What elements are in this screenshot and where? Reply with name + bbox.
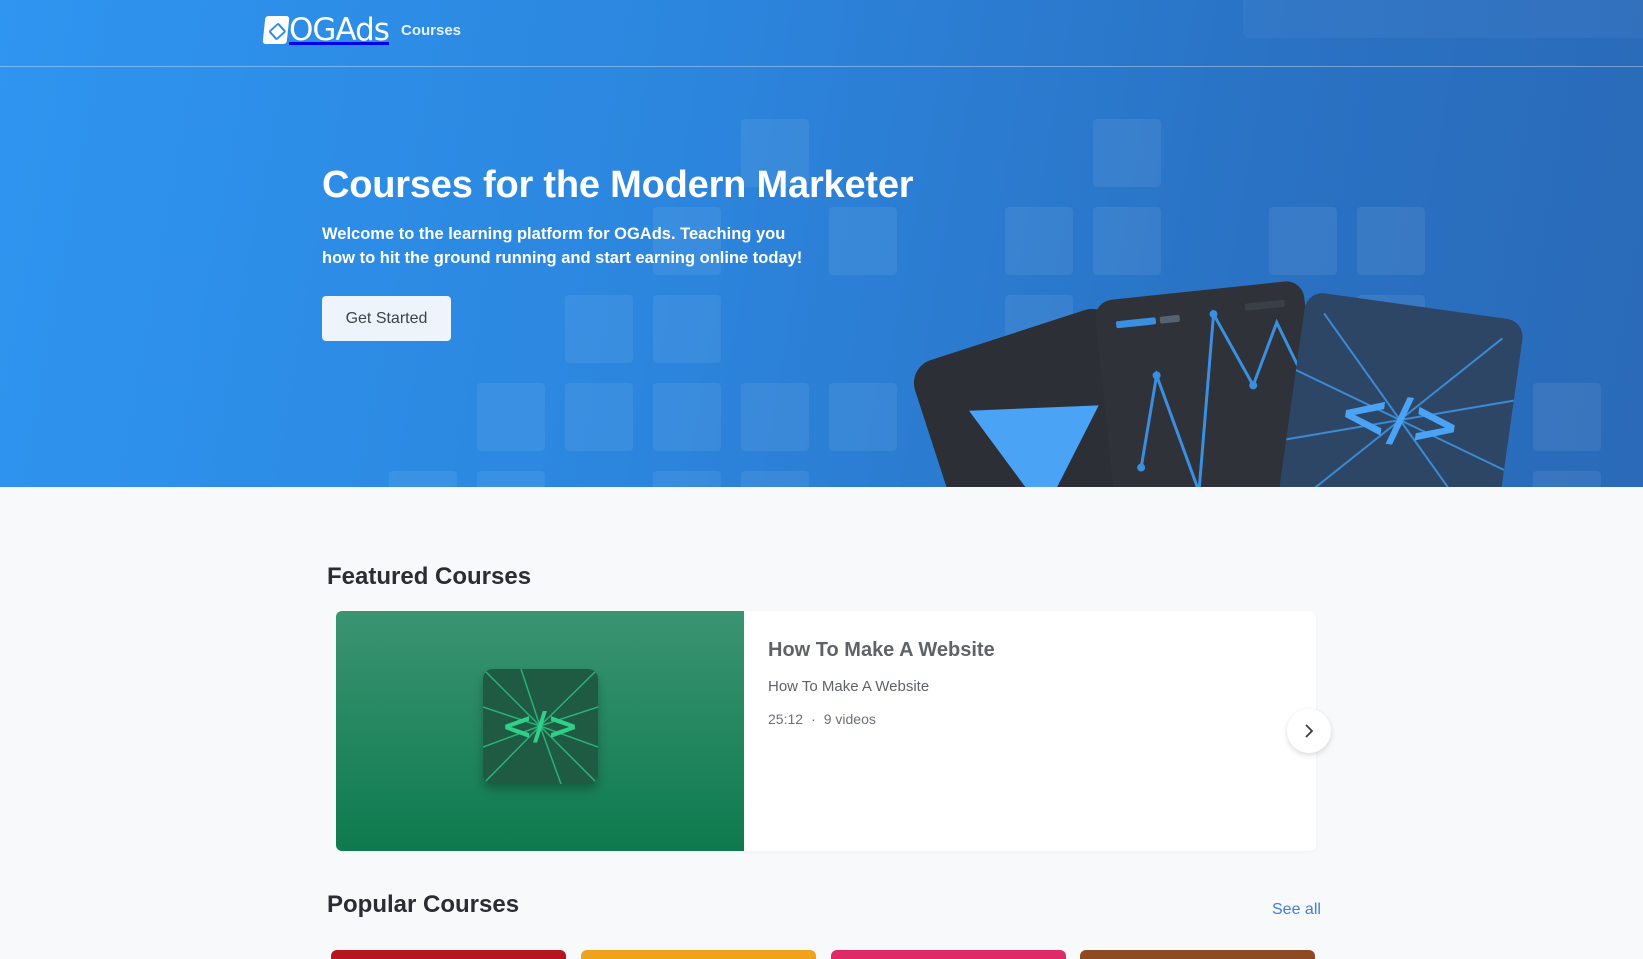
hero-title: Courses for the Modern Marketer [322,164,914,206]
featured-course-card[interactable]: </> How To Make A Website How To Make A … [336,611,1316,851]
decorative-tile [1269,207,1337,275]
code-icon: </> [483,669,598,784]
decorative-tile [741,471,809,487]
code-card: </> [1275,290,1525,487]
carousel-next-button[interactable] [1287,709,1331,753]
chevron-right-icon [1305,724,1314,738]
decorative-tile [653,383,721,451]
svg-text:</>: </> [501,704,579,748]
hero-illustration: </> [907,279,1530,487]
decorative-tile [1533,383,1601,451]
course-thumbnail: </> [336,611,744,851]
see-all-link[interactable]: See all [1272,901,1321,919]
logo-wordmark: OGAds [289,12,390,48]
topbar-accent-strip [1243,0,1643,38]
decorative-tile [1357,207,1425,275]
decorative-tile [653,471,721,487]
course-meta: 25:12 · 9 videos [768,711,876,727]
decorative-tile [1093,207,1161,275]
featured-section-title: Featured Courses [327,563,532,590]
decorative-tile [477,471,545,487]
decorative-tile [1093,119,1161,187]
course-video-count: 9 videos [823,711,876,727]
popular-section-title: Popular Courses [327,891,520,918]
decorative-tile [653,295,721,363]
decorative-tile [829,207,897,275]
course-duration: 25:12 [768,711,804,727]
course-description: How To Make A Website [768,678,930,695]
diamond-icon [262,16,290,44]
decorative-tile [1005,207,1073,275]
top-navbar: OGAds Courses [0,0,1643,67]
decorative-tile [829,383,897,451]
site-logo[interactable]: OGAds [262,12,390,48]
decorative-tile [741,383,809,451]
decorative-tile [389,471,457,487]
popular-course-card[interactable] [831,950,1066,959]
decorative-tile [565,295,633,363]
svg-text:</>: </> [1334,377,1465,463]
code-icon: </> [1286,312,1514,487]
course-title[interactable]: How To Make A Website [768,639,995,662]
decorative-tile [1533,471,1601,487]
popular-course-card[interactable] [331,950,566,959]
get-started-button[interactable]: Get Started [322,296,451,341]
popular-course-card[interactable] [581,950,816,959]
hero-banner: OGAds Courses Courses for the Modern Mar… [0,0,1643,487]
nav-link-courses[interactable]: Courses [401,22,461,39]
popular-course-card[interactable] [1080,950,1315,959]
hero-subtitle: Welcome to the learning platform for OGA… [322,225,803,267]
decorative-tile [565,383,633,451]
meta-separator: · [811,711,816,727]
decorative-tile [477,383,545,451]
